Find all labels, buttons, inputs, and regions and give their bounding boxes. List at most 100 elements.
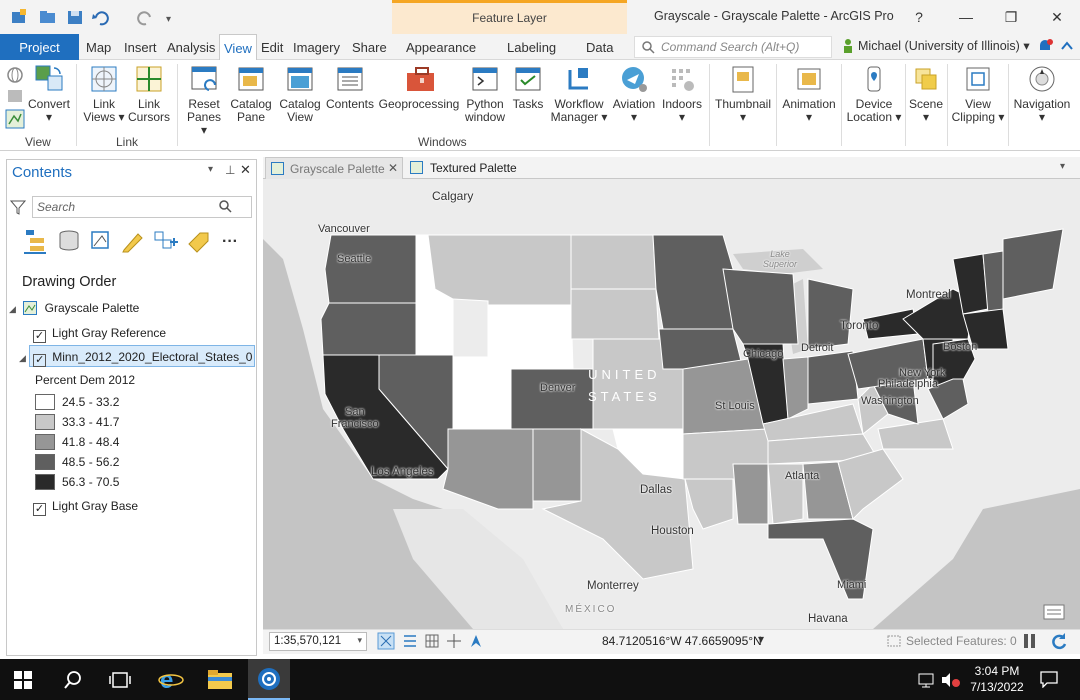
signed-in-user[interactable]: Michael (University of Illinois) ▾ [858,38,1030,53]
thumbnail-button[interactable]: Thumbnail ▾ [713,64,773,124]
catalog-pane-button[interactable]: Catalog Pane [229,64,273,124]
view-clipping-button[interactable]: View Clipping ▾ [950,64,1006,124]
tasks-button[interactable]: Tasks [509,64,547,111]
list-by-drawing-order-icon[interactable] [24,230,46,254]
task-view-icon[interactable] [109,671,131,689]
globe-icon[interactable] [7,67,23,83]
crosshair-icon[interactable] [447,634,461,648]
scene-local-icon[interactable] [8,90,22,102]
save-project-icon[interactable] [68,11,82,24]
scale-selector[interactable]: 1:35,570,121 ▾ [269,632,367,651]
undo-icon[interactable] [92,11,109,26]
internet-explorer-icon[interactable]: e [158,666,184,692]
open-project-icon[interactable] [40,11,55,23]
collapse-ribbon-icon[interactable] [1060,39,1074,53]
tab-data[interactable]: Data [582,34,617,60]
command-search-input[interactable]: Command Search (Alt+Q) [634,36,832,58]
collapse-icon[interactable]: ◢ [9,304,16,314]
map-node[interactable]: ◢ Grayscale Palette [9,301,139,315]
refresh-icon[interactable] [1050,632,1068,650]
tab-map[interactable]: Map [82,34,115,60]
layer-visibility-checkbox[interactable]: ✓ [33,330,46,343]
tab-analysis[interactable]: Analysis [163,34,219,60]
tab-project[interactable]: Project [0,34,79,60]
tab-insert[interactable]: Insert [120,34,161,60]
volume-muted-icon[interactable] [942,673,960,687]
layer-visibility-checkbox[interactable]: ✓ [33,503,46,516]
map-view-icon[interactable] [5,109,25,129]
layer-electoral-states[interactable]: ◢ ✓ Minn_2012_2020_Electoral_States_0 [19,350,252,367]
navigation-icon [1029,66,1055,92]
tab-list-dropdown-icon[interactable]: ▾ [1060,161,1065,172]
tab-textured-palette[interactable]: Textured Palette [405,157,523,179]
help-button[interactable]: ? [905,6,933,28]
contents-button[interactable]: Contents [325,64,375,111]
file-explorer-icon[interactable] [207,668,233,690]
coordinate-format-chevron-icon[interactable]: ▾ [758,632,764,646]
pane-options-icon[interactable]: ▾ [208,164,213,175]
clock[interactable]: 3:04 PM 7/13/2022 [962,663,1032,695]
list-by-editing-icon[interactable] [122,233,143,253]
map-icon [410,161,423,174]
windows-start-icon[interactable] [14,671,32,689]
list-by-labeling-icon[interactable] [188,232,209,253]
collapse-icon[interactable]: ◢ [19,353,26,363]
map-tips-icon[interactable] [1043,603,1065,621]
workflow-manager-button[interactable]: Workflow Manager ▾ [549,64,609,124]
link-cursors-icon [136,66,162,92]
close-button[interactable]: ✕ [1043,6,1071,28]
tab-grayscale-palette[interactable]: Grayscale Palette ✕ [265,157,403,179]
filter-icon[interactable] [10,199,26,215]
north-arrow-icon[interactable] [471,635,481,647]
indoors-button[interactable]: Indoors ▾ [660,64,704,124]
layer-visibility-checkbox[interactable]: ✓ [33,354,47,367]
geoprocessing-button[interactable]: Geoprocessing [378,64,460,111]
python-window-icon [472,67,498,91]
minimize-button[interactable]: — [952,6,980,28]
legend-label: 33.3 - 41.7 [62,415,120,429]
list-by-selection-icon[interactable] [91,231,109,249]
notifications-icon[interactable] [1036,37,1054,55]
link-views-button[interactable]: Link Views ▾ [80,64,128,124]
tab-edit[interactable]: Edit [257,34,287,60]
layer-light-gray-base[interactable]: ✓ Light Gray Base [33,499,138,516]
redo-icon[interactable] [137,11,151,26]
contents-label: Contents [325,97,375,111]
list-by-data-source-icon[interactable] [59,230,79,251]
reset-panes-button[interactable]: Reset Panes ▾ [183,64,225,137]
group-label-link: Link [116,135,139,149]
arcgis-pro-taskbar-button[interactable] [248,659,290,700]
python-window-button[interactable]: Python window [463,64,507,124]
pause-drawing-icon[interactable] [1023,633,1037,649]
snapping-icon[interactable] [404,635,416,647]
tab-imagery[interactable]: Imagery [289,34,344,60]
catalog-view-button[interactable]: Catalog View [277,64,323,124]
selected-features-count[interactable]: Selected Features: 0 [906,634,1017,648]
tab-view[interactable]: View [219,34,257,61]
pin-icon[interactable]: ⊥ [225,163,235,177]
grid-icon[interactable] [425,634,439,648]
network-icon[interactable] [918,673,934,688]
search-icon[interactable] [63,670,83,690]
convert-label: Convert [27,97,71,111]
tab-appearance[interactable]: Appearance [402,34,480,60]
navigation-button[interactable]: Navigation ▾ [1010,64,1074,124]
clock-date: 7/13/2022 [970,680,1024,694]
device-location-button[interactable]: Device Location ▾ [845,64,903,124]
close-pane-icon[interactable]: ✕ [240,162,251,178]
list-by-snapping-icon[interactable] [154,231,178,249]
action-center-icon[interactable] [1040,670,1058,688]
layer-light-gray-reference[interactable]: ✓ Light Gray Reference [33,326,166,343]
tab-share[interactable]: Share [348,34,391,60]
tab-labeling[interactable]: Labeling [503,34,560,60]
close-tab-icon[interactable]: ✕ [388,161,398,175]
animation-button[interactable]: Animation ▾ [779,64,839,124]
aviation-button[interactable]: Aviation ▾ [611,64,657,124]
scene-button[interactable]: Scene ▾ [907,64,945,124]
grid-snapping-icon[interactable] [377,632,395,650]
map-view[interactable]: Calgary Vancouver Seattle Lake Superior … [263,179,1080,629]
maximize-button[interactable]: ❐ [997,6,1025,28]
convert-button[interactable]: Convert ▾ [26,64,72,124]
new-project-icon[interactable] [12,9,26,23]
link-cursors-button[interactable]: Link Cursors [127,64,171,124]
